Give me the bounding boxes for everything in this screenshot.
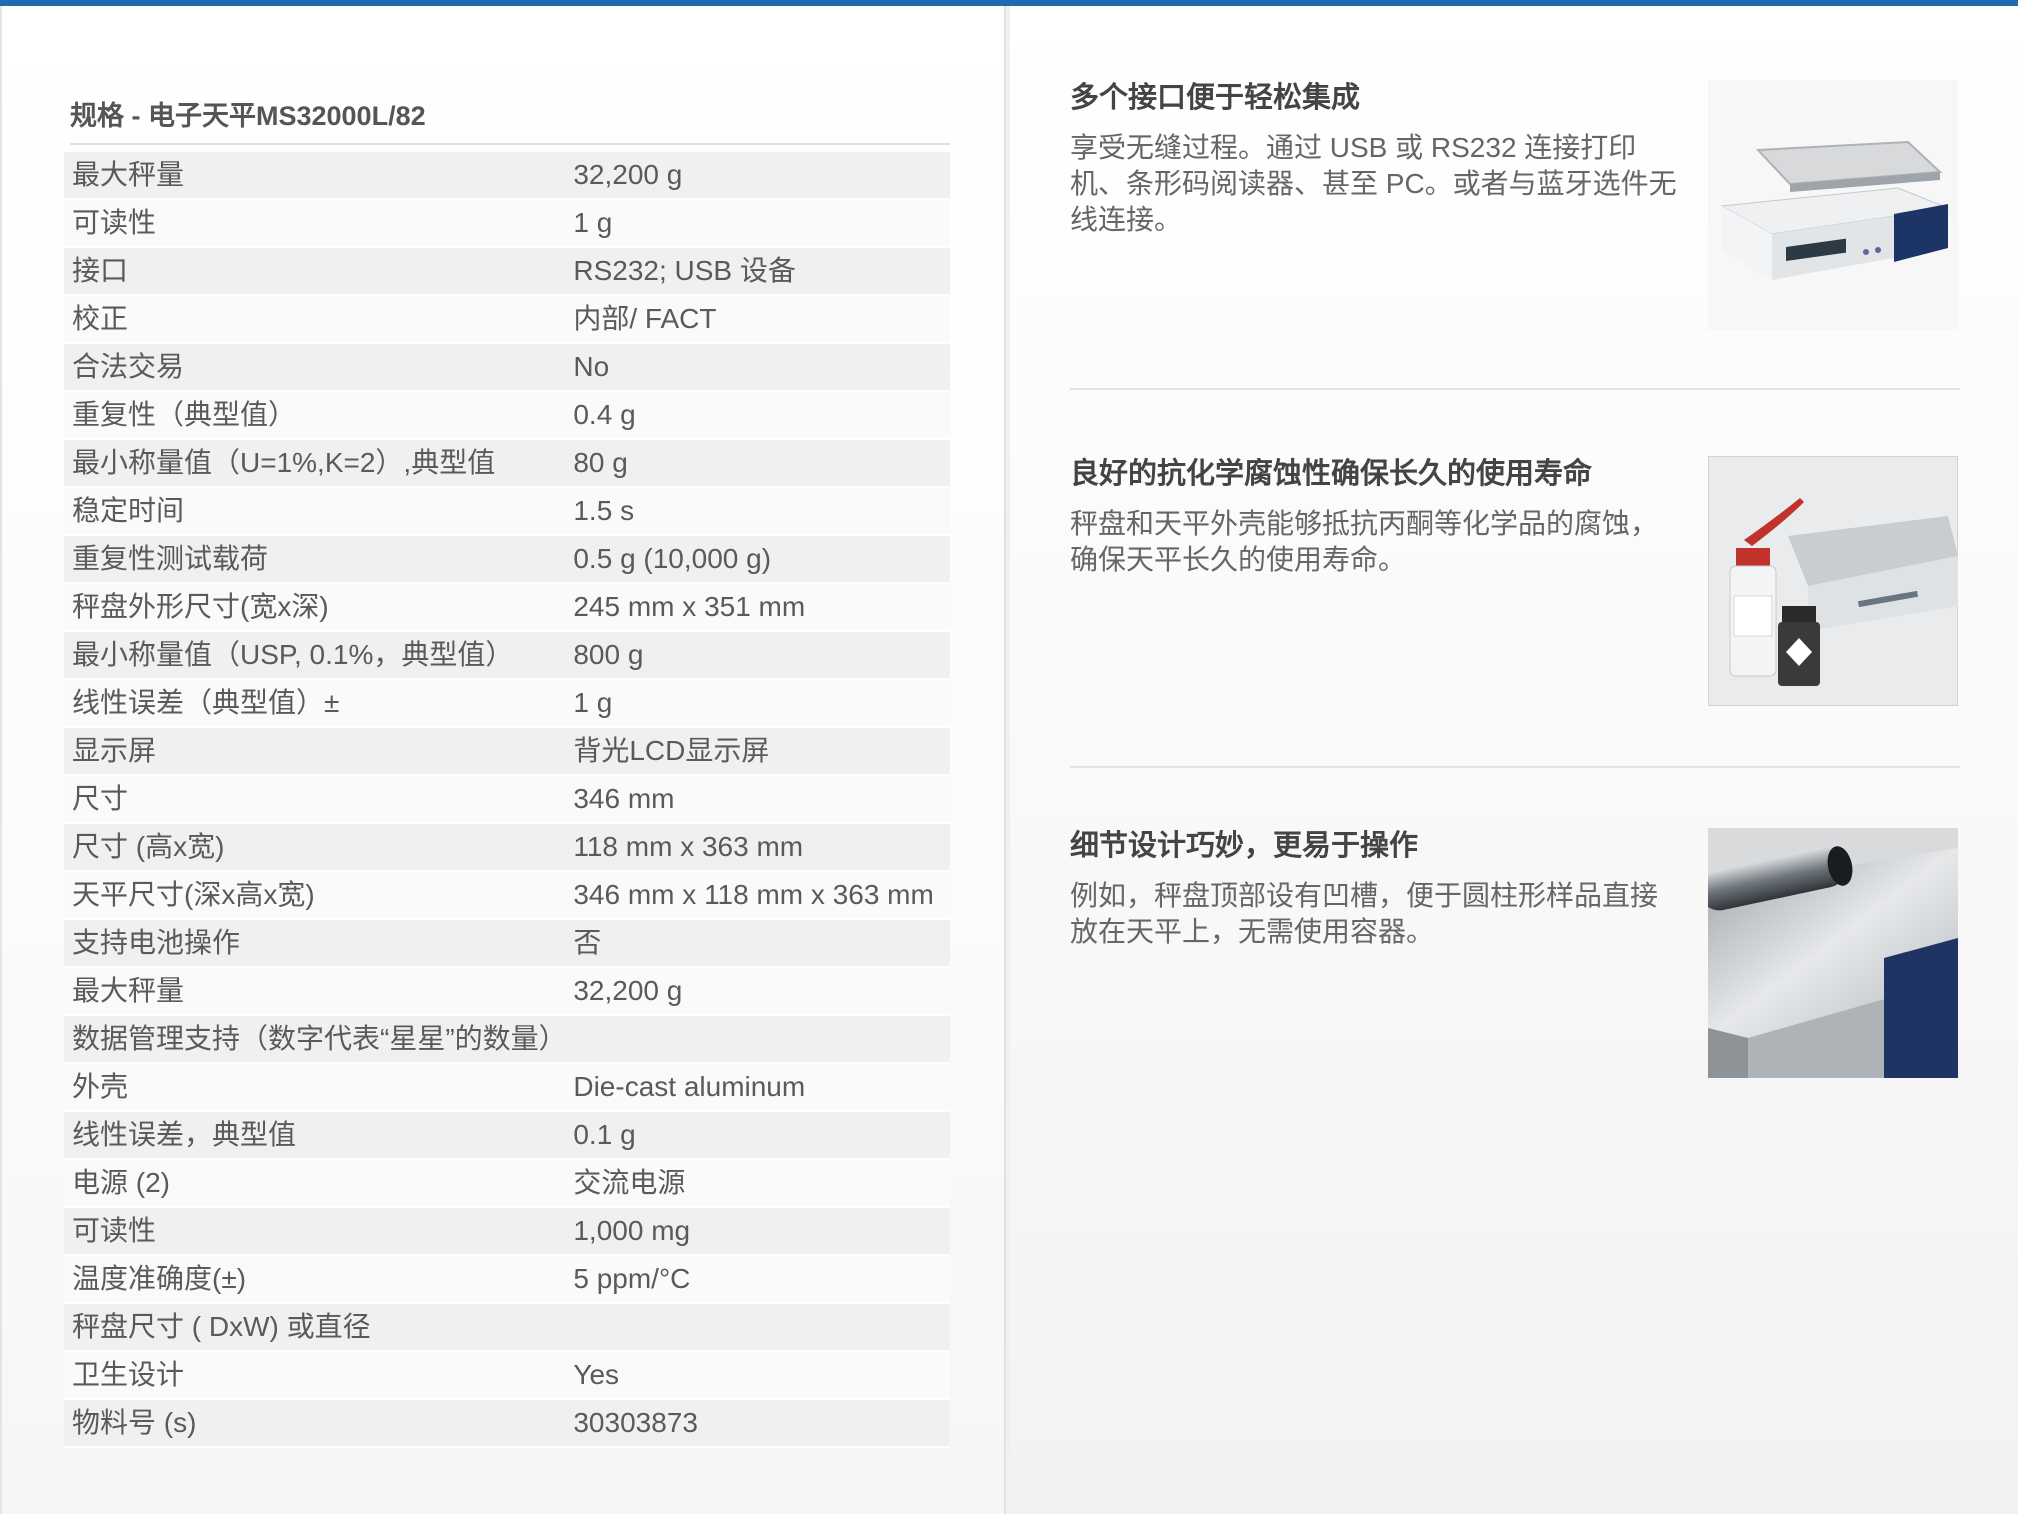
spec-value: 背光LCD显示屏 [565, 727, 950, 776]
spec-value: 否 [565, 919, 950, 968]
spec-label: 最大秤量 [64, 152, 566, 200]
spec-value: 5 ppm/°C [565, 1255, 950, 1304]
spec-label: 可读性 [64, 1207, 566, 1256]
spec-label: 天平尺寸(深x高x宽) [64, 871, 566, 920]
spec-value: 245 mm x 351 mm [565, 583, 950, 632]
spec-label: 支持电池操作 [64, 919, 566, 968]
spec-value: 交流电源 [565, 1159, 950, 1208]
spec-value: 0.4 g [565, 391, 950, 440]
spec-table: 最大秤量 32,200 g 可读性 1 g 接口 RS232; USB 设备 校正 内部/ F… [64, 152, 950, 1448]
spec-value: Yes [565, 1351, 950, 1400]
spec-value: No [565, 343, 950, 392]
spec-row: 合法交易 No [64, 343, 950, 392]
spec-label: 可读性 [64, 199, 566, 248]
spec-row: 秤盘尺寸 ( DxW) 或直径 [64, 1303, 950, 1352]
feature-description: 例如，秤盘顶部设有凹槽，便于圆柱形样品直接放在天平上，无需使用容器。 [1070, 880, 1659, 947]
spec-row: 数据管理支持（数字代表“星星”的数量） [64, 1015, 950, 1064]
feature-divider [1070, 388, 1960, 390]
spec-label: 最小称量值（U=1%,K=2）,典型值 [64, 439, 566, 488]
spec-row: 外壳 Die-cast aluminum [64, 1063, 950, 1112]
spec-row: 线性误差（典型值）± 1 g [64, 679, 950, 728]
feature-description: 享受无缝过程。通过 USB 或 RS232 连接打印机、条形码阅读器、甚至 PC… [1070, 132, 1677, 235]
spec-value: 32,200 g [565, 152, 950, 200]
spec-row: 最小称量值（U=1%,K=2）,典型值 80 g [64, 439, 950, 488]
spec-value: 1.5 s [565, 487, 950, 536]
spec-title: 规格 - 电子天平MS32000L/82 [70, 94, 950, 145]
spec-row: 校正 内部/ FACT [64, 295, 950, 344]
pan-groove-photo [1708, 828, 1958, 1078]
spec-label: 尺寸 [64, 775, 566, 824]
spec-value: 0.1 g [565, 1111, 950, 1160]
spec-value: 30303873 [565, 1399, 950, 1448]
spec-value: 800 g [565, 631, 950, 680]
spec-label: 重复性（典型值） [64, 391, 566, 440]
spec-label: 物料号 (s) [64, 1399, 566, 1448]
spec-label: 校正 [64, 295, 566, 344]
feature-title: 良好的抗化学腐蚀性确保长久的使用寿命 [1070, 458, 1593, 490]
spec-value: RS232; USB 设备 [565, 247, 950, 296]
spec-label: 温度准确度(±) [64, 1255, 566, 1304]
feature-description: 秤盘和天平外壳能够抵抗丙酮等化学品的腐蚀，确保天平长久的使用寿命。 [1070, 508, 1659, 575]
spec-row: 显示屏 背光LCD显示屏 [64, 727, 950, 776]
spec-label: 接口 [64, 247, 566, 296]
spec-label: 数据管理支持（数字代表“星星”的数量） [64, 1015, 567, 1064]
chemical-bottles-photo [1708, 456, 1958, 706]
spec-label: 尺寸 (高x宽) [64, 823, 566, 872]
spec-row: 卫生设计 Yes [64, 1351, 950, 1400]
spec-row: 尺寸 (高x宽) 118 mm x 363 mm [64, 823, 950, 872]
spec-value: 0.5 g (10,000 g) [565, 535, 950, 584]
spec-label: 合法交易 [64, 343, 566, 392]
spec-value: 118 mm x 363 mm [565, 823, 950, 872]
spec-value: 346 mm [565, 775, 950, 824]
spec-row: 物料号 (s) 30303873 [64, 1399, 950, 1448]
spec-value: 1 g [565, 679, 950, 728]
spec-value: 1 g [565, 199, 950, 248]
spec-label: 显示屏 [64, 727, 566, 776]
spec-row: 温度准确度(±) 5 ppm/°C [64, 1255, 950, 1304]
spec-row: 最大秤量 32,200 g [64, 967, 950, 1016]
spec-label: 稳定时间 [64, 487, 566, 536]
spec-label: 外壳 [64, 1063, 566, 1112]
spec-label: 线性误差，典型值 [64, 1111, 566, 1160]
spec-value [565, 1015, 950, 1064]
spec-row: 支持电池操作否 [64, 919, 950, 968]
spec-value: 1,000 mg [565, 1207, 950, 1256]
spec-label: 线性误差（典型值）± [64, 679, 566, 728]
specifications-panel: 规格 - 电子天平MS32000L/82 最大秤量 32,200 g 可读性 1 g接… [0, 6, 1006, 1514]
spec-row: 最大秤量 32,200 g [64, 152, 950, 200]
feature-divider [1070, 766, 1960, 768]
spec-row: 最小称量值（USP, 0.1%，典型值） 800 g [64, 631, 950, 680]
spec-value: Die-cast aluminum [565, 1063, 950, 1112]
spec-row: 重复性（典型值） 0.4 g [64, 391, 950, 440]
spec-label: 秤盘尺寸 ( DxW) 或直径 [64, 1303, 566, 1352]
spec-row: 尺寸 346 mm [64, 775, 950, 824]
spec-label: 电源 (2) [64, 1159, 566, 1208]
spec-row: 线性误差，典型值 0.1 g [64, 1111, 950, 1160]
spec-value: 346 mm x 118 mm x 363 mm [565, 871, 950, 920]
feature-title: 多个接口便于轻松集成 [1070, 82, 1361, 114]
spec-label: 最小称量值（USP, 0.1%，典型值） [64, 631, 566, 680]
spec-value [565, 1303, 950, 1352]
features-panel: 多个接口便于轻松集成 享受无缝过程。通过 USB 或 RS232 连接打印机、条… [1010, 6, 2018, 1514]
spec-value: 80 g [565, 439, 950, 488]
spec-label: 重复性测试载荷 [64, 535, 566, 584]
spec-row: 重复性测试载荷 0.5 g (10,000 g) [64, 535, 950, 584]
spec-label: 秤盘外形尺寸(宽x深) [64, 583, 566, 632]
spec-label: 卫生设计 [64, 1351, 566, 1400]
spec-row: 稳定时间 1.5 s [64, 487, 950, 536]
balance-photo [1708, 80, 1958, 330]
spec-row: 天平尺寸(深x高x宽) 346 mm x 118 mm x 363 mm [64, 871, 950, 920]
spec-label: 最大秤量 [64, 967, 566, 1016]
spec-row: 接口 RS232; USB 设备 [64, 247, 950, 296]
spec-value: 内部/ FACT [565, 295, 950, 344]
spec-row: 电源 (2) 交流电源 [64, 1159, 950, 1208]
spec-row: 可读性 1,000 mg [64, 1207, 950, 1256]
spec-row: 可读性 1 g [64, 199, 950, 248]
feature-title: 细节设计巧妙，更易于操作 [1070, 830, 1419, 862]
spec-value: 32,200 g [565, 967, 950, 1016]
spec-row: 秤盘外形尺寸(宽x深) 245 mm x 351 mm [64, 583, 950, 632]
